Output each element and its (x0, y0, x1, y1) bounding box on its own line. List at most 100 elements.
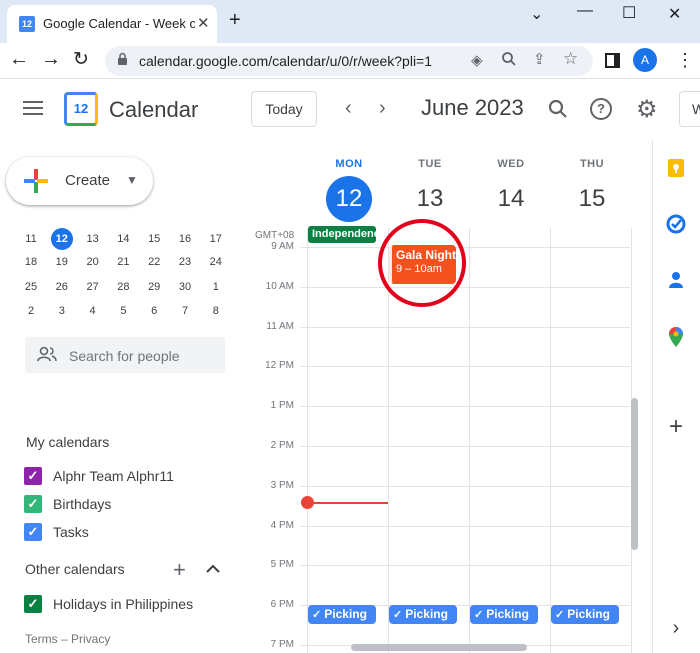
browser-menu-icon[interactable]: ⋮ (676, 50, 694, 71)
mini-calendar-day[interactable]: 11 (16, 229, 46, 249)
mini-calendar-day[interactable]: 26 (47, 277, 77, 297)
side-panel-toggle-icon[interactable] (605, 53, 620, 68)
chevron-down-icon[interactable]: ⌄ (530, 4, 543, 24)
mini-calendar-day[interactable]: 19 (47, 252, 77, 272)
checkbox-checked-icon[interactable]: ✓ (24, 467, 42, 485)
task-chip[interactable]: ✓ Picking (470, 605, 538, 624)
previous-week-icon[interactable]: ‹ (345, 97, 352, 120)
other-calendars-title[interactable]: Other calendars (25, 561, 125, 577)
contacts-icon[interactable] (664, 270, 688, 294)
expand-panel-icon[interactable]: › (664, 616, 688, 640)
mini-calendar-day[interactable]: 17 (201, 229, 231, 249)
minimize-icon[interactable]: — (577, 2, 593, 20)
task-chip[interactable]: ✓ Picking (551, 605, 619, 624)
day-header[interactable]: TUE 13 (390, 158, 470, 222)
next-week-icon[interactable]: › (379, 97, 386, 120)
vertical-scrollbar[interactable] (631, 398, 638, 550)
new-tab-icon[interactable]: + (229, 9, 241, 32)
day-number[interactable]: 12 (326, 176, 372, 222)
day-number[interactable]: 15 (569, 176, 615, 222)
mini-calendar-day[interactable]: 25 (16, 277, 46, 297)
calendar-logo-icon[interactable]: 12 (64, 92, 98, 126)
task-label: Picking (567, 607, 610, 621)
time-label: 1 PM (270, 400, 294, 412)
main-menu-icon[interactable] (23, 100, 43, 121)
mini-calendar-day[interactable]: 3 (47, 301, 77, 321)
share-icon[interactable]: ⇪ (533, 50, 546, 68)
all-day-event[interactable]: Independence Day (308, 226, 376, 243)
search-people-input[interactable]: Search for people (25, 337, 225, 373)
people-icon (37, 346, 57, 367)
get-add-ons-icon[interactable]: + (664, 415, 688, 439)
mini-calendar-day[interactable]: 29 (139, 277, 169, 297)
day-header[interactable]: THU 15 (552, 158, 632, 222)
mini-calendar-day[interactable]: 18 (16, 252, 46, 272)
task-check-circle-icon: ✓ (312, 609, 325, 621)
mini-calendar-day[interactable]: 1 (201, 277, 231, 297)
task-chip[interactable]: ✓ Picking (389, 605, 457, 624)
checkbox-checked-icon[interactable]: ✓ (24, 595, 42, 613)
help-icon[interactable]: ? (590, 98, 612, 120)
mini-calendar-day[interactable]: 8 (201, 301, 231, 321)
time-label: 9 AM (271, 241, 294, 252)
search-icon[interactable] (548, 99, 568, 124)
mini-calendar-day[interactable]: 13 (78, 229, 108, 249)
mini-calendar-day[interactable]: 30 (170, 277, 200, 297)
reload-icon[interactable]: ↻ (73, 48, 89, 71)
tab-title: Google Calendar - Week of (43, 16, 195, 31)
day-number[interactable]: 14 (488, 176, 534, 222)
hour-gridline (300, 247, 630, 248)
tasks-icon[interactable] (664, 214, 688, 238)
forward-arrow-icon[interactable]: → (41, 48, 61, 71)
chevron-up-icon[interactable] (206, 561, 220, 579)
mini-calendar-day[interactable]: 22 (139, 252, 169, 272)
mini-calendar-day[interactable]: 24 (201, 252, 231, 272)
create-button[interactable]: Create ▼ (6, 157, 153, 205)
time-label: 2 PM (270, 440, 294, 451)
checkbox-checked-icon[interactable]: ✓ (24, 523, 42, 541)
mini-calendar-day[interactable]: 20 (78, 252, 108, 272)
timezone-label: GMT+08 (255, 230, 295, 241)
bookmark-star-icon[interactable]: ☆ (563, 49, 578, 69)
mini-calendar-day[interactable]: 21 (108, 252, 138, 272)
view-switcher-button[interactable]: W (679, 91, 700, 127)
mini-calendar-day[interactable]: 5 (108, 301, 138, 321)
mini-calendar-day[interactable]: 7 (170, 301, 200, 321)
hour-gridline (300, 446, 630, 447)
checkbox-checked-icon[interactable]: ✓ (24, 495, 42, 513)
close-window-icon[interactable]: ✕ (668, 4, 681, 24)
mini-calendar-day[interactable]: 28 (108, 277, 138, 297)
horizontal-scrollbar[interactable] (351, 644, 527, 651)
day-of-week: THU (579, 158, 605, 170)
zoom-search-icon[interactable] (501, 51, 517, 72)
keep-icon[interactable] (664, 158, 688, 182)
view-site-icon[interactable]: ◈ (471, 51, 483, 69)
mini-calendar-day[interactable]: 27 (78, 277, 108, 297)
browser-tab[interactable]: 12 Google Calendar - Week of ✕ (7, 5, 217, 43)
day-header[interactable]: MON 12 (309, 158, 389, 222)
task-chip[interactable]: ✓ Picking (308, 605, 376, 624)
today-button[interactable]: Today (251, 91, 317, 127)
mini-calendar-day[interactable]: 23 (170, 252, 200, 272)
mini-calendar-day[interactable]: 6 (139, 301, 169, 321)
terms-privacy-link[interactable]: Terms – Privacy (25, 632, 110, 646)
mini-calendar-day[interactable]: 4 (78, 301, 108, 321)
task-check-circle-icon: ✓ (555, 609, 568, 621)
back-arrow-icon[interactable]: ← (9, 48, 29, 71)
mini-calendar-day[interactable]: 15 (139, 229, 169, 249)
my-calendars-title[interactable]: My calendars (26, 434, 109, 450)
maximize-icon[interactable]: ☐ (622, 3, 636, 23)
tab-close-icon[interactable]: ✕ (197, 14, 210, 32)
mini-calendar-day[interactable]: 12 (50, 228, 73, 250)
day-header[interactable]: WED 14 (471, 158, 551, 222)
url-bar[interactable]: calendar.google.com/calendar/u/0/r/week?… (105, 46, 593, 76)
app-name: Calendar (109, 97, 199, 122)
mini-calendar-day[interactable]: 14 (108, 229, 138, 249)
maps-icon[interactable] (664, 326, 688, 350)
profile-avatar[interactable]: A (633, 48, 657, 72)
mini-calendar-day[interactable]: 16 (170, 229, 200, 249)
day-number[interactable]: 13 (407, 176, 453, 222)
settings-gear-icon[interactable]: ⚙ (636, 95, 658, 124)
add-calendar-icon[interactable]: + (173, 557, 186, 583)
mini-calendar-day[interactable]: 2 (16, 301, 46, 321)
